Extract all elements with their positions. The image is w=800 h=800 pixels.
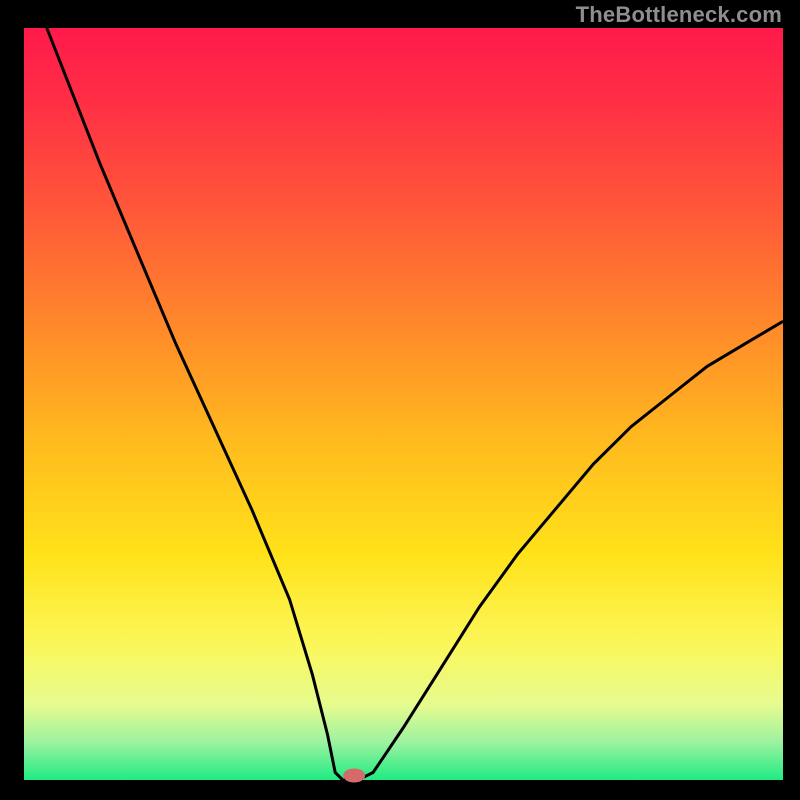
plot-background [24,28,783,780]
bottleneck-chart [0,0,800,800]
optimal-point-marker [343,768,365,782]
outer-frame: TheBottleneck.com [0,0,800,800]
